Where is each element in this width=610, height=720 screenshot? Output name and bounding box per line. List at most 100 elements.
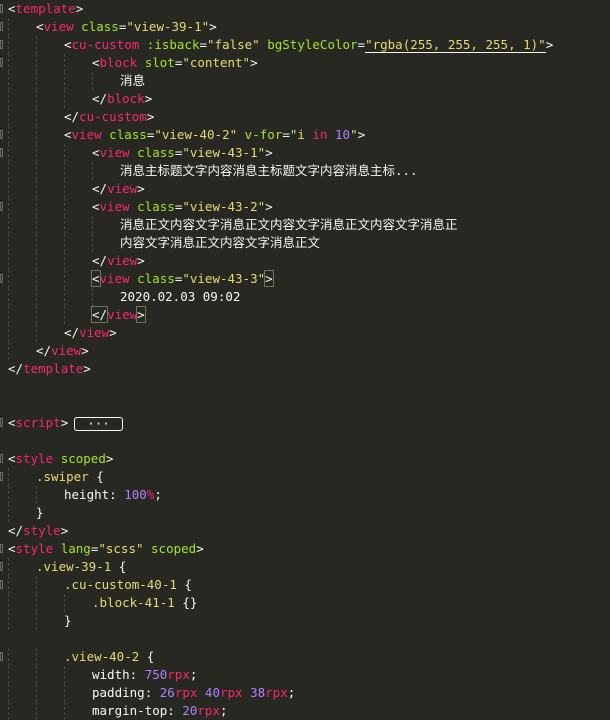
indent-guide bbox=[36, 72, 64, 90]
code-token: </ bbox=[8, 361, 24, 376]
code-token: class bbox=[137, 145, 175, 160]
code-line[interactable]: .swiper { bbox=[0, 468, 610, 486]
code-line[interactable]: padding: 26rpx 40rpx 38rpx; bbox=[0, 684, 610, 702]
indent-guide bbox=[8, 288, 36, 306]
code-line[interactable]: } bbox=[0, 612, 610, 630]
fold-marker-icon[interactable] bbox=[0, 40, 3, 49]
code-text: height: 100%; bbox=[8, 486, 162, 504]
indent-guide bbox=[8, 126, 36, 144]
code-token: > bbox=[109, 325, 117, 340]
indent-guide bbox=[36, 162, 64, 180]
fold-marker-icon[interactable] bbox=[0, 418, 3, 427]
code-line[interactable]: <style lang="scss" scoped> bbox=[0, 540, 610, 558]
fold-marker-icon[interactable] bbox=[0, 148, 3, 157]
code-token: view bbox=[51, 343, 82, 358]
code-line[interactable]: 消息正文内容文字消息正文内容文字消息正文内容文字消息正 bbox=[0, 216, 610, 234]
code-line[interactable]: height: 100%; bbox=[0, 486, 610, 504]
code-line[interactable]: </view> bbox=[0, 324, 610, 342]
fold-marker-icon[interactable] bbox=[0, 472, 3, 481]
code-token: 750 bbox=[144, 667, 168, 682]
code-token: in bbox=[312, 127, 328, 142]
indent-guide bbox=[8, 684, 36, 702]
code-line[interactable]: <view class="view-43-1"> bbox=[0, 144, 610, 162]
indent-guide bbox=[36, 216, 64, 234]
code-token: block bbox=[99, 55, 138, 70]
code-line[interactable] bbox=[0, 378, 610, 396]
code-text: .cu-custom-40-1 { bbox=[8, 576, 192, 594]
indent-guide bbox=[8, 72, 36, 90]
indent-guide bbox=[36, 702, 64, 720]
code-line[interactable]: </cu-custom> bbox=[0, 108, 610, 126]
code-line[interactable]: </style> bbox=[0, 522, 610, 540]
collapsed-code-button[interactable]: ··· bbox=[74, 416, 123, 431]
code-line[interactable]: <script> ··· bbox=[0, 414, 610, 432]
code-line[interactable]: 内容文字消息正文内容文字消息正文 bbox=[0, 234, 610, 252]
code-line[interactable]: <view class="view-43-2"> bbox=[0, 198, 610, 216]
gutter bbox=[0, 612, 6, 630]
code-token: "view-43-3" bbox=[182, 271, 266, 286]
indent-guide bbox=[92, 234, 120, 252]
code-line[interactable]: .view-39-1 { bbox=[0, 558, 610, 576]
indent-guide bbox=[36, 594, 64, 612]
code-line[interactable]: </block> bbox=[0, 90, 610, 108]
fold-marker-icon[interactable] bbox=[0, 544, 3, 553]
code-line[interactable]: <view class="view-43-3"> bbox=[0, 270, 610, 288]
fold-marker-icon[interactable] bbox=[0, 274, 3, 283]
indent-guide bbox=[8, 108, 36, 126]
code-token: style bbox=[15, 541, 54, 556]
code-line[interactable]: </view> bbox=[0, 180, 610, 198]
code-line[interactable]: <block slot="content"> bbox=[0, 54, 610, 72]
code-line[interactable]: </template> bbox=[0, 360, 610, 378]
fold-marker-icon[interactable] bbox=[0, 130, 3, 139]
code-line[interactable]: <template> bbox=[0, 0, 610, 18]
code-line[interactable]: .cu-custom-40-1 { bbox=[0, 576, 610, 594]
code-line[interactable]: } bbox=[0, 504, 610, 522]
fold-marker-icon[interactable] bbox=[0, 202, 3, 211]
gutter bbox=[0, 702, 6, 720]
code-token: } bbox=[36, 505, 44, 520]
fold-marker-icon[interactable] bbox=[0, 58, 3, 67]
code-line[interactable]: <view class="view-40-2" v-for="i in 10"> bbox=[0, 126, 610, 144]
code-line[interactable]: 2020.02.03 09:02 bbox=[0, 288, 610, 306]
code-line[interactable]: <view class="view-39-1"> bbox=[0, 18, 610, 36]
fold-marker-icon[interactable] bbox=[0, 454, 3, 463]
code-token: height bbox=[64, 487, 110, 502]
code-line[interactable]: <style scoped> bbox=[0, 450, 610, 468]
indent-guide bbox=[8, 234, 36, 252]
fold-marker-icon[interactable] bbox=[0, 652, 3, 661]
fold-marker-icon[interactable] bbox=[0, 22, 3, 31]
indent-guide bbox=[92, 216, 120, 234]
code-line[interactable]: .view-40-2 { bbox=[0, 648, 610, 666]
code-line[interactable] bbox=[0, 396, 610, 414]
code-line[interactable]: 消息主标题文字内容消息主标题文字内容消息主标... bbox=[0, 162, 610, 180]
code-line[interactable]: width: 750rpx; bbox=[0, 666, 610, 684]
code-token: </ bbox=[8, 523, 24, 538]
indent-guide bbox=[92, 288, 120, 306]
fold-marker-icon[interactable] bbox=[0, 562, 3, 571]
code-line[interactable]: </view> bbox=[0, 306, 610, 324]
code-token: 内容文字消息正文内容文字消息正文 bbox=[120, 235, 321, 250]
code-line[interactable]: </view> bbox=[0, 342, 610, 360]
indent-guide bbox=[36, 666, 64, 684]
code-text: 内容文字消息正文内容文字消息正文 bbox=[8, 234, 320, 252]
code-line[interactable]: margin-top: 20rpx; bbox=[0, 702, 610, 720]
code-line[interactable]: </view> bbox=[0, 252, 610, 270]
code-line[interactable]: <cu-custom :isback="false" bgStyleColor=… bbox=[0, 36, 610, 54]
indent-guide bbox=[36, 36, 64, 54]
code-text: <view class="view-43-2"> bbox=[8, 198, 273, 216]
code-line[interactable] bbox=[0, 432, 610, 450]
gutter bbox=[0, 396, 6, 414]
code-editor[interactable]: <template> <view class="view-39-1"> <cu-cu… bbox=[0, 0, 610, 720]
code-line[interactable]: 消息 bbox=[0, 72, 610, 90]
code-token: class bbox=[81, 19, 119, 34]
indent-guide bbox=[36, 612, 64, 630]
fold-marker-icon[interactable] bbox=[0, 4, 3, 13]
indent-guide bbox=[36, 306, 64, 324]
gutter bbox=[0, 522, 6, 540]
code-text: } bbox=[8, 612, 72, 630]
code-line[interactable] bbox=[0, 630, 610, 648]
fold-marker-icon[interactable] bbox=[0, 580, 3, 589]
gutter bbox=[0, 630, 6, 648]
code-line[interactable]: .block-41-1 {} bbox=[0, 594, 610, 612]
